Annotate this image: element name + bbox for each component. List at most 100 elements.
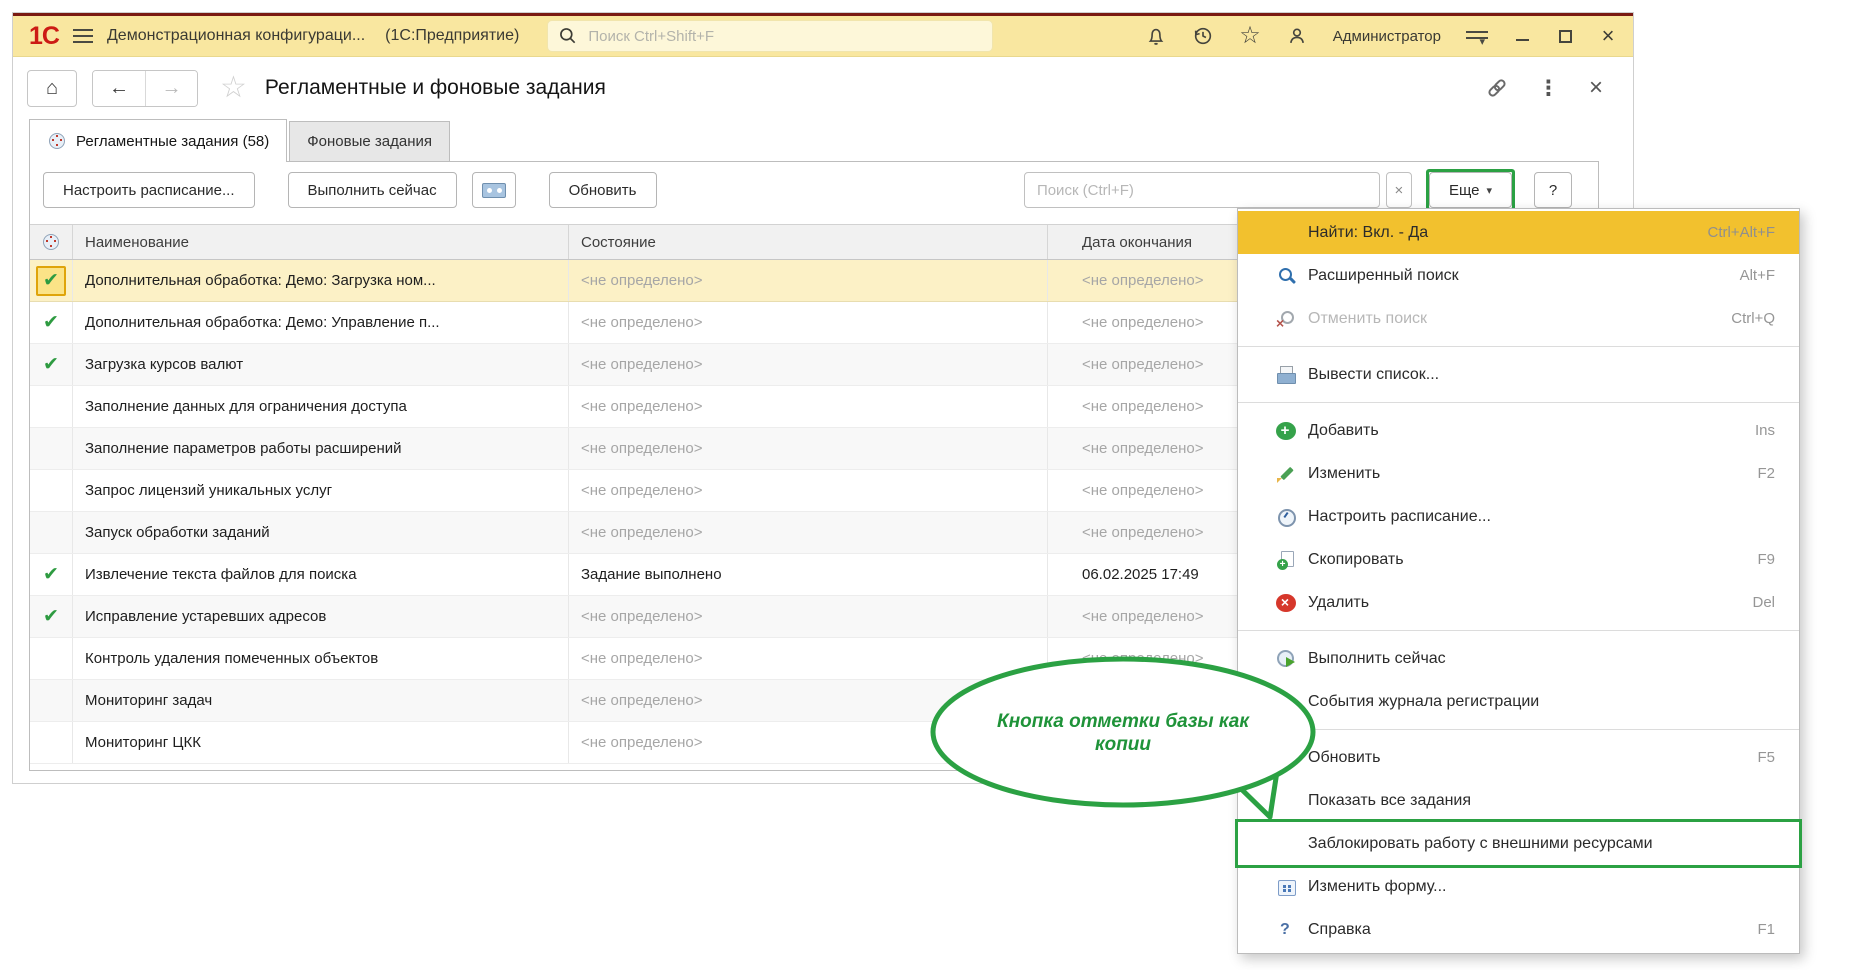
menu-item[interactable]: Заблокировать работу с внешними ресурсам… — [1238, 822, 1799, 865]
job-state-cell[interactable]: Задание выполнено — [568, 554, 1047, 595]
home-button[interactable]: ⌂ — [27, 70, 77, 107]
configure-schedule-button[interactable]: Настроить расписание... — [43, 172, 255, 208]
more-actions-kebab-icon[interactable]: ⋮ — [1538, 78, 1559, 99]
menu-item[interactable]: Изменить форму... — [1238, 865, 1799, 908]
schedule-icon — [1276, 507, 1296, 527]
job-state-cell[interactable]: <не определено> — [568, 470, 1047, 511]
history-nav-group: ← → — [92, 70, 198, 107]
clear-search-button[interactable]: × — [1386, 172, 1412, 208]
menu-item-shortcut: Ctrl+Q — [1711, 310, 1775, 327]
row-enabled-cell[interactable]: ✔ — [30, 302, 72, 343]
forward-button[interactable]: → — [145, 71, 197, 106]
menu-item-shortcut: F1 — [1737, 921, 1775, 938]
job-name-cell[interactable]: Мониторинг ЦКК — [72, 722, 568, 763]
job-name-cell[interactable]: Извлечение текста файлов для поиска — [72, 554, 568, 595]
copy-icon — [1276, 550, 1296, 570]
row-enabled-cell[interactable]: ✔ — [30, 260, 72, 301]
row-enabled-cell[interactable]: ✔ — [30, 596, 72, 637]
menu-item[interactable]: ИзменитьF2 — [1238, 452, 1799, 495]
job-end-date-cell-text: <не определено> — [1082, 398, 1203, 415]
menu-item-label: Отменить поиск — [1308, 310, 1427, 328]
menu-item[interactable]: Отменить поиск Ctrl+Q — [1238, 297, 1799, 340]
job-name-cell[interactable]: Заполнение параметров работы расширений — [72, 428, 568, 469]
job-state-cell-text: Задание выполнено — [581, 566, 722, 583]
row-enabled-cell[interactable] — [30, 722, 72, 763]
job-name-cell-text: Исправление устаревших адресов — [85, 608, 326, 625]
enabled-check-icon: ✔ — [43, 607, 59, 626]
more-dropdown-menu: Найти: Вкл. - ДаCtrl+Alt+FРасширенный по… — [1237, 208, 1800, 954]
menu-item-label: Выполнить сейчас — [1308, 650, 1446, 668]
row-enabled-cell[interactable] — [30, 512, 72, 553]
tab-background-jobs[interactable]: Фоновые задания — [289, 121, 450, 161]
job-state-cell[interactable]: <не определено> — [568, 512, 1047, 553]
job-name-cell[interactable]: Загрузка курсов валют — [72, 344, 568, 385]
menu-item-label: Изменить — [1308, 465, 1380, 483]
notifications-bell-icon[interactable] — [1145, 25, 1167, 47]
job-state-cell[interactable]: <не определено> — [568, 386, 1047, 427]
event-log-button[interactable] — [472, 172, 516, 208]
row-enabled-cell[interactable] — [30, 428, 72, 469]
row-enabled-cell[interactable] — [30, 386, 72, 427]
column-header-name[interactable]: Наименование — [72, 225, 568, 259]
menu-item[interactable]: Вывести список... — [1238, 353, 1799, 396]
titlebar-icons: ☆ Администратор × — [1145, 24, 1617, 48]
history-icon[interactable] — [1192, 25, 1214, 47]
job-name-cell[interactable]: Запуск обработки заданий — [72, 512, 568, 553]
job-state-cell[interactable]: <не определено> — [568, 302, 1047, 343]
service-settings-icon[interactable] — [1466, 28, 1488, 44]
user-icon[interactable] — [1286, 25, 1308, 47]
enabled-column-header[interactable] — [30, 225, 72, 259]
menu-item[interactable]: СправкаF1 — [1238, 908, 1799, 951]
menu-item[interactable]: СкопироватьF9 — [1238, 538, 1799, 581]
menu-item[interactable]: УдалитьDel — [1238, 581, 1799, 624]
job-state-cell[interactable]: <не определено> — [568, 260, 1047, 301]
global-search[interactable] — [547, 20, 993, 52]
more-button[interactable]: Еще ▾ — [1429, 172, 1512, 208]
job-name-cell[interactable]: Исправление устаревших адресов — [72, 596, 568, 637]
row-enabled-cell[interactable] — [30, 680, 72, 721]
tab-scheduled-jobs[interactable]: Регламентные задания (58) — [29, 119, 287, 162]
job-state-cell[interactable]: <не определено> — [568, 596, 1047, 637]
refresh-button[interactable]: Обновить — [549, 172, 657, 208]
minimize-button[interactable] — [1513, 26, 1531, 46]
menu-item[interactable]: Настроить расписание... — [1238, 495, 1799, 538]
help-icon — [1276, 920, 1296, 940]
maximize-button[interactable] — [1556, 26, 1574, 46]
job-state-cell[interactable]: <не определено> — [568, 428, 1047, 469]
form-close-button[interactable]: × — [1589, 76, 1603, 100]
job-name-cell[interactable]: Дополнительная обработка: Демо: Загрузка… — [72, 260, 568, 301]
job-name-cell-text: Загрузка курсов валют — [85, 356, 243, 373]
row-enabled-cell[interactable]: ✔ — [30, 554, 72, 595]
row-enabled-cell[interactable]: ✔ — [30, 344, 72, 385]
global-search-input[interactable] — [586, 27, 982, 46]
run-now-button[interactable]: Выполнить сейчас — [288, 172, 457, 208]
tab-label: Регламентные задания (58) — [76, 133, 269, 150]
job-name-cell[interactable]: Заполнение данных для ограничения доступ… — [72, 386, 568, 427]
navbar: ⌂ ← → ☆ Регламентные и фоновые задания ⋮ — [13, 57, 1633, 119]
job-end-date-cell-text: <не определено> — [1082, 356, 1203, 373]
back-button[interactable]: ← — [93, 71, 145, 106]
list-search-input[interactable] — [1024, 172, 1380, 208]
page-favorite-star-icon[interactable]: ☆ — [220, 73, 247, 103]
job-name-cell[interactable]: Запрос лицензий уникальных услуг — [72, 470, 568, 511]
menu-item[interactable]: Расширенный поискAlt+F — [1238, 254, 1799, 297]
job-name-cell-text: Дополнительная обработка: Демо: Управлен… — [85, 314, 440, 331]
row-enabled-cell[interactable] — [30, 470, 72, 511]
menu-item[interactable]: ДобавитьIns — [1238, 409, 1799, 452]
job-name-cell[interactable]: Дополнительная обработка: Демо: Управлен… — [72, 302, 568, 343]
menu-item[interactable]: Найти: Вкл. - ДаCtrl+Alt+F — [1238, 211, 1799, 254]
current-user[interactable]: Администратор — [1333, 28, 1441, 45]
get-link-icon[interactable] — [1486, 77, 1508, 99]
job-name-cell[interactable]: Контроль удаления помеченных объектов — [72, 638, 568, 679]
column-header-state[interactable]: Состояние — [568, 225, 1047, 259]
menu-separator — [1238, 630, 1799, 631]
help-button[interactable]: ? — [1534, 172, 1572, 208]
search-icon — [558, 26, 578, 46]
job-state-cell[interactable]: <не определено> — [568, 344, 1047, 385]
hamburger-menu-icon[interactable] — [73, 29, 93, 43]
favorites-star-icon[interactable]: ☆ — [1239, 24, 1261, 48]
window-close-button[interactable]: × — [1599, 26, 1617, 46]
job-name-cell[interactable]: Мониторинг задач — [72, 680, 568, 721]
row-enabled-cell[interactable] — [30, 638, 72, 679]
job-end-date-cell-text: <не определено> — [1082, 314, 1203, 331]
